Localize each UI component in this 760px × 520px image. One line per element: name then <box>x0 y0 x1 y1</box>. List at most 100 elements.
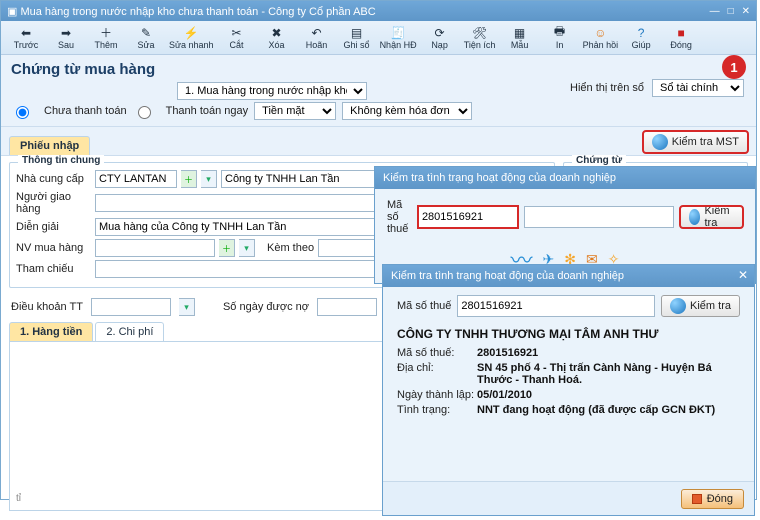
display-label: Hiển thị trên sổ <box>570 82 644 94</box>
addr-key: Địa chỉ: <box>397 362 477 386</box>
app-icon: ▣ <box>7 6 17 18</box>
dialog-mst-result: Kiểm tra tình trạng hoạt động của doanh … <box>382 264 755 516</box>
radio-pay-now[interactable] <box>138 106 151 119</box>
undo-icon: ↶ <box>310 26 324 40</box>
help-icon: ? <box>634 26 648 40</box>
refresh-icon: ⟳ <box>433 26 447 40</box>
mst-value: 2801516921 <box>477 347 740 359</box>
tab-money[interactable]: 1. Hàng tiền <box>9 322 93 341</box>
payment-method-select[interactable]: Tiền mặt <box>254 102 336 120</box>
toolbar: ⬅Trước ➡Sau ＋Thêm ✎Sửa ⚡Sửa nhanh ✂Cắt ✖… <box>1 21 756 55</box>
radio-pay-now-label: Thanh toán ngay <box>166 105 249 117</box>
tt-input[interactable] <box>91 298 171 316</box>
tb-help[interactable]: ?Giúp <box>622 22 660 54</box>
receipt-tabbar: Phiếu nhập Kiểm tra MST <box>1 127 756 156</box>
flash-icon: ⚡ <box>184 26 198 40</box>
dialog3-close-button[interactable]: Đóng <box>681 489 744 509</box>
trash-icon: ✖ <box>270 26 284 40</box>
tb-receive[interactable]: 🧾Nhận HĐ <box>378 22 419 54</box>
supplier-code-input[interactable] <box>95 170 177 188</box>
addr-value: SN 45 phố 4 - Thị trấn Cành Nàng - Huyện… <box>477 362 740 386</box>
dialog2-check-button[interactable]: Kiểm tra <box>680 206 743 228</box>
tools-icon: 🛠 <box>473 26 487 40</box>
status-key: Tình trạng: <box>397 404 477 416</box>
buyer-input[interactable] <box>95 239 215 257</box>
tb-back[interactable]: ⬅Trước <box>7 22 45 54</box>
book-icon: ▤ <box>350 26 364 40</box>
book-select[interactable]: Sổ tài chính <box>652 79 744 97</box>
arrow-right-icon: ➡ <box>59 26 73 40</box>
grid-placeholder: tỉ <box>16 493 21 504</box>
days-label: Số ngày được nợ <box>223 301 309 313</box>
tb-add[interactable]: ＋Thêm <box>87 22 125 54</box>
pencil-icon: ✎ <box>139 26 153 40</box>
template-icon: ▦ <box>513 26 527 40</box>
dialog2-mst-input[interactable] <box>418 206 518 228</box>
globe-icon <box>670 298 686 314</box>
company-name: CÔNG TY TNHH THƯƠNG MẠI TÂM ANH THƯ <box>397 327 740 341</box>
radio-not-paid[interactable] <box>16 106 29 119</box>
invoice-attach-select[interactable]: Không kèm hóa đơn <box>342 102 472 120</box>
badge-1: 1 <box>722 55 746 79</box>
header-right: Hiển thị trên sổ Sổ tài chính <box>570 79 744 97</box>
supplier-dropdown-icon[interactable]: ▾ <box>201 170 217 188</box>
tb-template[interactable]: ▦Mẫu <box>501 22 539 54</box>
tb-delete[interactable]: ✖Xóa <box>258 22 296 54</box>
dialog3-mst-input[interactable] <box>457 295 655 317</box>
buyer-add-icon[interactable]: ＋ <box>219 239 235 257</box>
dialog3-mst-label: Mã số thuế <box>397 300 451 312</box>
supplier-add-icon[interactable]: ＋ <box>181 170 197 188</box>
general-legend: Thông tin chung <box>18 155 104 166</box>
buyer-dropdown-icon[interactable]: ▾ <box>239 239 255 257</box>
feedback-icon: ☺ <box>593 26 607 40</box>
maximize-icon[interactable]: □ <box>728 6 734 17</box>
close-app-icon: ■ <box>674 26 688 40</box>
founded-key: Ngày thành lập: <box>397 389 477 401</box>
supplier-label: Nhà cung cấp <box>16 173 91 185</box>
tb-close[interactable]: ■Đóng <box>662 22 700 54</box>
dialog2-title: Kiểm tra tình trạng hoạt động của doanh … <box>383 172 616 184</box>
description-label: Diễn giải <box>16 221 91 233</box>
tb-load[interactable]: ⟳Nạp <box>421 22 459 54</box>
dialog2-body: Mã số thuế Kiểm tra <box>375 189 755 245</box>
tt-label: Điều khoản TT <box>11 301 83 313</box>
minimize-icon[interactable]: — <box>710 6 720 17</box>
buyer-label: NV mua hàng <box>16 242 91 254</box>
close-icon[interactable]: ✕ <box>742 6 750 17</box>
plus-icon: ＋ <box>99 26 113 40</box>
radio-not-paid-label: Chưa thanh toán <box>44 105 127 117</box>
arrow-left-icon: ⬅ <box>19 26 33 40</box>
doc-title: Chứng từ mua hàng <box>11 61 746 78</box>
tb-next[interactable]: ➡Sau <box>47 22 85 54</box>
tb-quickedit[interactable]: ⚡Sửa nhanh <box>167 22 216 54</box>
status-value: NNT đang hoạt động (đã được cấp GCN ĐKT) <box>477 404 740 416</box>
tb-utilities[interactable]: 🛠Tiện ích <box>461 22 499 54</box>
titlebar: ▣ Mua hàng trong nước nhập kho chưa than… <box>1 1 756 21</box>
scissors-icon: ✂ <box>230 26 244 40</box>
dialog2-titlebar: Kiểm tra tình trạng hoạt động của doanh … <box>375 167 755 189</box>
dialog2-mst-input-ext[interactable] <box>524 206 674 228</box>
check-mst-button[interactable]: Kiểm tra MST <box>643 131 748 153</box>
tb-write[interactable]: ▤Ghi sổ <box>338 22 376 54</box>
globe-icon <box>652 134 668 150</box>
dialog3-check-button[interactable]: Kiểm tra <box>661 295 740 317</box>
reference-label: Tham chiếu <box>16 263 91 275</box>
tb-cut[interactable]: ✂Cắt <box>218 22 256 54</box>
tab-cost[interactable]: 2. Chi phí <box>95 322 164 341</box>
globe-icon <box>689 209 701 225</box>
tb-print[interactable]: 🖶In <box>541 22 579 54</box>
tt-dropdown-icon[interactable]: ▾ <box>179 298 195 316</box>
tb-feedback[interactable]: ☺Phản hồi <box>581 22 621 54</box>
tb-undo[interactable]: ↶Hoãn <box>298 22 336 54</box>
days-input[interactable] <box>317 298 377 316</box>
window-title: Mua hàng trong nước nhập kho chưa thanh … <box>20 6 375 18</box>
receipt-icon: 🧾 <box>391 26 405 40</box>
tab-receipt[interactable]: Phiếu nhập <box>9 136 90 155</box>
dialog2-mst-label: Mã số thuế <box>387 199 412 235</box>
tb-edit[interactable]: ✎Sửa <box>127 22 165 54</box>
deliverer-label: Người giao hàng <box>16 191 91 215</box>
purchase-type-select[interactable]: 1. Mua hàng trong nước nhập kho <box>177 82 367 100</box>
dialog3-close-icon[interactable]: ✕ <box>738 268 748 282</box>
print-icon: 🖶 <box>553 26 567 40</box>
dialog3-title: Kiểm tra tình trạng hoạt động của doanh … <box>391 270 624 282</box>
